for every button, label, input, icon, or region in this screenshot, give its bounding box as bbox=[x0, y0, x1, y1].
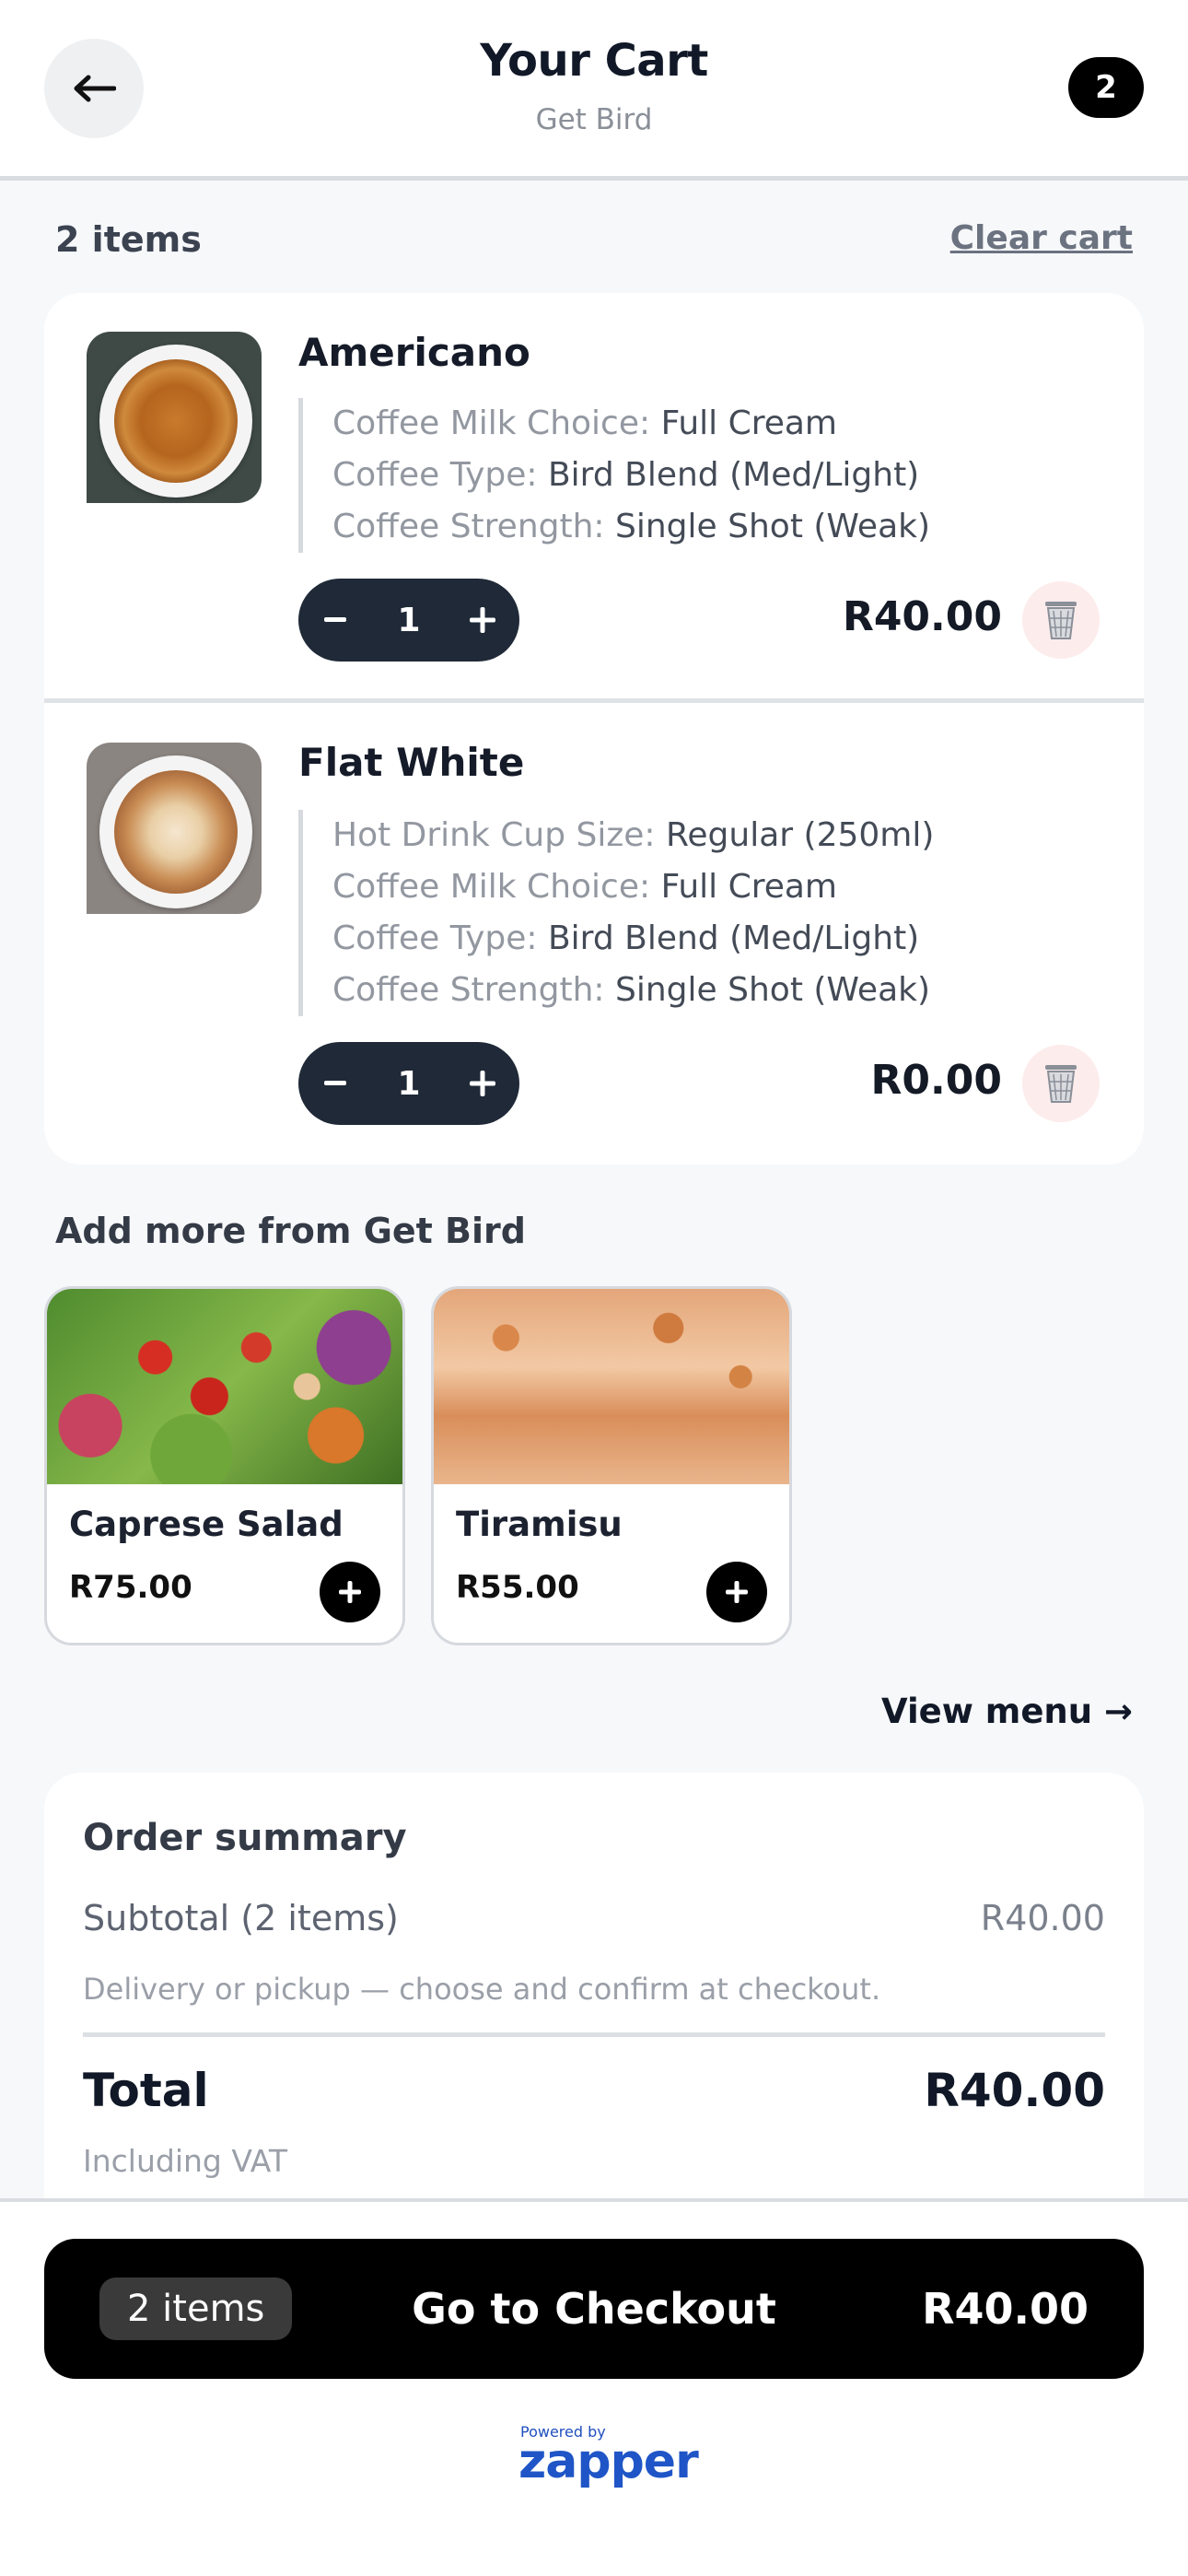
subtotal-value: R40.00 bbox=[980, 1898, 1105, 1938]
zapper-logo: zapper bbox=[518, 2434, 699, 2489]
item-price: R40.00 bbox=[842, 593, 1002, 640]
decrease-quantity-button[interactable] bbox=[298, 579, 372, 662]
product-image bbox=[47, 1289, 402, 1484]
decrease-quantity-button[interactable] bbox=[298, 1042, 372, 1125]
clear-cart-link[interactable]: Clear cart bbox=[950, 219, 1133, 257]
cart-count-badge[interactable]: 2 bbox=[1068, 57, 1144, 118]
quantity-stepper: 1 bbox=[298, 579, 519, 662]
header: Your Cart Get Bird 2 bbox=[0, 0, 1188, 181]
plus-icon bbox=[470, 607, 495, 633]
increase-quantity-button[interactable] bbox=[446, 579, 519, 662]
item-option: Coffee Strength: Single Shot (Weak) bbox=[332, 508, 931, 545]
summary-title: Order summary bbox=[83, 1817, 407, 1859]
plus-icon bbox=[339, 1581, 361, 1603]
product-card[interactable]: Caprese Salad R75.00 bbox=[44, 1286, 405, 1645]
item-option: Coffee Type: Bird Blend (Med/Light) bbox=[332, 919, 920, 957]
quantity-value: 1 bbox=[397, 1064, 421, 1103]
item-name: Flat White bbox=[298, 740, 525, 785]
vat-note: Including VAT bbox=[83, 2143, 287, 2179]
item-option: Coffee Strength: Single Shot (Weak) bbox=[332, 971, 931, 1009]
add-product-button[interactable] bbox=[320, 1562, 380, 1622]
plus-icon bbox=[726, 1581, 748, 1603]
cart-item: Americano Coffee Milk Choice: Full Cream… bbox=[44, 293, 1144, 698]
remove-item-button[interactable] bbox=[1022, 1045, 1100, 1122]
cart-page: Your Cart Get Bird 2 2 items Clear cart … bbox=[0, 0, 1188, 2576]
view-menu-link[interactable]: View menu → bbox=[881, 1692, 1133, 1731]
total-value: R40.00 bbox=[924, 2064, 1105, 2117]
checkout-button[interactable]: Go to Checkout 2 items R40.00 bbox=[44, 2239, 1144, 2379]
cart-items-card: Americano Coffee Milk Choice: Full Cream… bbox=[44, 293, 1144, 1165]
item-options: Hot Drink Cup Size: Regular (250ml) Coff… bbox=[298, 810, 934, 1016]
checkout-items-badge: 2 items bbox=[99, 2277, 293, 2340]
quantity-stepper: 1 bbox=[298, 1042, 519, 1125]
add-more-title: Add more from Get Bird bbox=[55, 1211, 526, 1251]
order-summary: Order summary Subtotal (2 items) R40.00 … bbox=[44, 1773, 1144, 2206]
product-price: R55.00 bbox=[456, 1569, 579, 1606]
product-name: Tiramisu bbox=[456, 1505, 623, 1544]
trash-icon bbox=[1045, 1065, 1077, 1103]
items-count: 2 items bbox=[55, 219, 202, 260]
checkout-bar: Go to Checkout 2 items R40.00 Powered by… bbox=[0, 2198, 1188, 2576]
product-image bbox=[434, 1289, 789, 1484]
product-name: Caprese Salad bbox=[69, 1505, 344, 1544]
minus-icon bbox=[324, 617, 346, 622]
item-option: Coffee Milk Choice: Full Cream bbox=[332, 404, 838, 442]
item-options: Coffee Milk Choice: Full Cream Coffee Ty… bbox=[298, 398, 930, 553]
plus-icon bbox=[470, 1071, 495, 1096]
remove-item-button[interactable] bbox=[1022, 581, 1100, 659]
minus-icon bbox=[324, 1081, 346, 1085]
item-option: Coffee Milk Choice: Full Cream bbox=[332, 868, 838, 906]
item-name: Americano bbox=[298, 330, 530, 375]
delivery-note: Delivery or pickup — choose and confirm … bbox=[83, 1972, 881, 2007]
summary-divider bbox=[83, 2032, 1105, 2037]
item-option: Coffee Type: Bird Blend (Med/Light) bbox=[332, 456, 920, 494]
increase-quantity-button[interactable] bbox=[446, 1042, 519, 1125]
item-image bbox=[87, 332, 262, 503]
page-title: Your Cart bbox=[480, 35, 708, 87]
cart-item: Flat White Hot Drink Cup Size: Regular (… bbox=[44, 703, 1144, 1165]
trash-icon bbox=[1045, 602, 1077, 639]
add-product-button[interactable] bbox=[706, 1562, 767, 1622]
checkout-total: R40.00 bbox=[922, 2284, 1089, 2334]
product-price: R75.00 bbox=[69, 1569, 192, 1606]
product-card[interactable]: Tiramisu R55.00 bbox=[431, 1286, 792, 1645]
total-label: Total bbox=[83, 2064, 209, 2117]
store-name: Get Bird bbox=[535, 103, 653, 136]
quantity-value: 1 bbox=[397, 601, 421, 639]
item-image bbox=[87, 743, 262, 914]
item-option: Hot Drink Cup Size: Regular (250ml) bbox=[332, 816, 935, 854]
item-price: R0.00 bbox=[870, 1057, 1002, 1104]
subtotal-label: Subtotal (2 items) bbox=[83, 1898, 399, 1938]
